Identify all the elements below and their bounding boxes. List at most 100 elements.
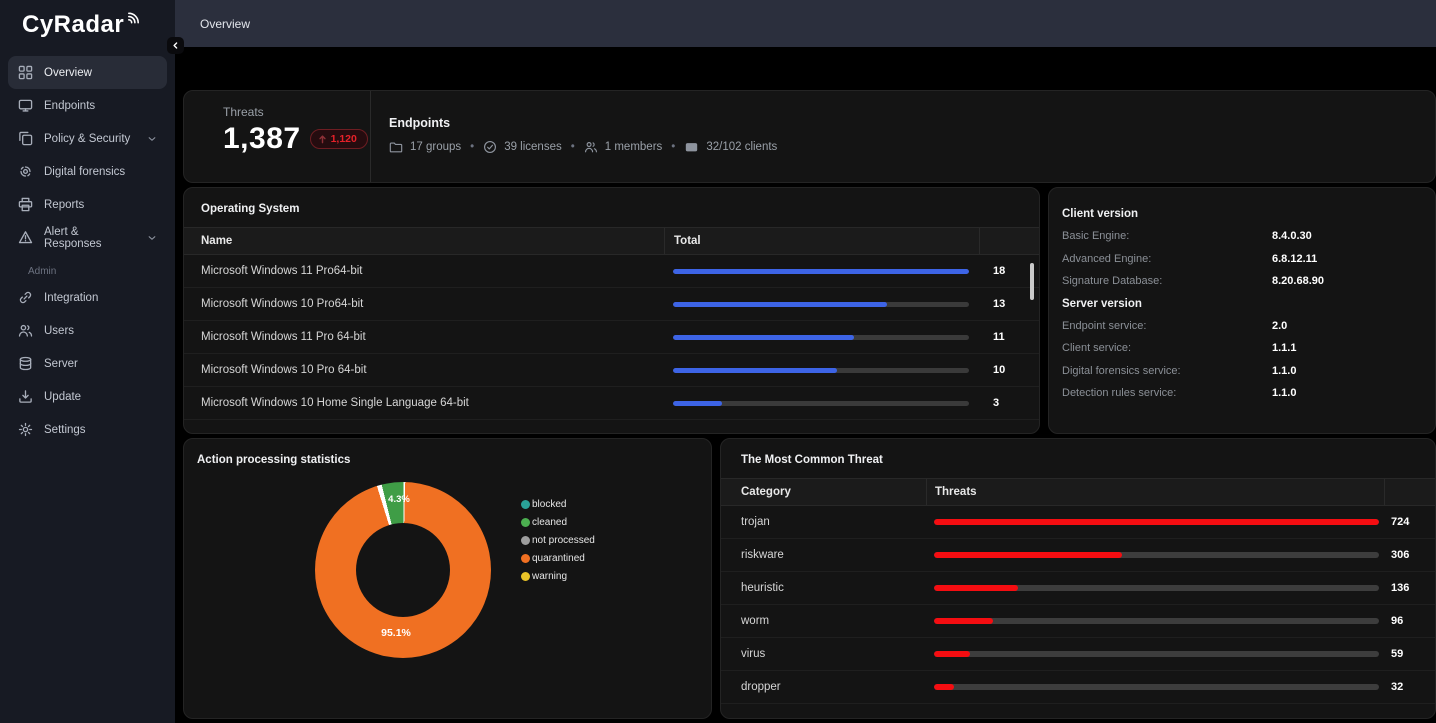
table-row: virus 59 — [721, 638, 1435, 671]
os-bar-fill — [673, 302, 887, 307]
legend-label: quarantined — [532, 553, 585, 564]
groups-text: 17 groups — [410, 141, 461, 153]
threats-summary: Threats 1,387 1,120 — [184, 91, 371, 182]
version-row: Signature Database: 8.20.68.90 — [1062, 270, 1419, 293]
clients-stat: 32/102 clients — [684, 140, 777, 154]
download-icon — [18, 389, 33, 404]
threat-bar-fill — [934, 585, 1018, 591]
legend-dot — [521, 500, 530, 509]
grid-icon — [18, 65, 33, 80]
legend-dot — [521, 572, 530, 581]
threat-bar-track — [934, 684, 1379, 690]
os-col-blank — [979, 228, 1039, 254]
sidebar-item-reports[interactable]: Reports — [8, 188, 167, 221]
threat-value: 306 — [1391, 549, 1409, 561]
endpoints-title: Endpoints — [389, 116, 1435, 130]
version-value: 8.4.0.30 — [1272, 230, 1312, 242]
action-processing-panel: Action processing statistics 4.3% 95.1% … — [183, 438, 712, 719]
version-value: 8.20.68.90 — [1272, 275, 1324, 287]
sidebar-collapse-button[interactable] — [167, 37, 184, 54]
dot-separator: • — [571, 141, 575, 153]
arrow-up-icon — [318, 135, 327, 144]
endpoints-summary: Endpoints 17 groups • 39 licenses • — [371, 91, 1435, 182]
server-icon — [18, 356, 33, 371]
version-label: Digital forensics service: — [1062, 365, 1272, 377]
alert-triangle-icon — [18, 230, 33, 245]
donut-hole — [356, 523, 450, 617]
os-bar-track — [673, 335, 969, 340]
sidebar-item-settings[interactable]: Settings — [8, 413, 167, 446]
threat-bar-track — [934, 585, 1379, 591]
version-label: Endpoint service: — [1062, 320, 1272, 332]
chevron-down-icon — [147, 134, 157, 144]
table-row: Microsoft Windows 10 Pro 64-bit 10 — [184, 354, 1039, 387]
users-icon — [18, 323, 33, 338]
os-bar-fill — [673, 335, 854, 340]
sidebar-item-users[interactable]: Users — [8, 314, 167, 347]
sidebar-item-server[interactable]: Server — [8, 347, 167, 380]
threat-col-threats: Threats — [926, 479, 1384, 505]
threat-value: 59 — [1391, 648, 1403, 660]
sidebar-item-label: Update — [44, 391, 81, 403]
main-content: Threats 1,387 1,120 Endpoints 17 group — [183, 90, 1436, 719]
table-row: dropper 32 — [721, 671, 1435, 704]
threat-bar-fill — [934, 519, 1379, 525]
threat-category: virus — [721, 648, 926, 660]
os-col-name: Name — [184, 235, 664, 247]
fingerprint-icon — [18, 164, 33, 179]
brand-name: CyRadar — [22, 11, 124, 39]
sidebar-item-update[interactable]: Update — [8, 380, 167, 413]
topbar: Overview — [175, 0, 1436, 47]
table-row: heuristic 136 — [721, 572, 1435, 605]
version-label: Detection rules service: — [1062, 387, 1272, 399]
sidebar-item-alert-responses[interactable]: Alert & Responses — [8, 221, 167, 254]
os-name: Microsoft Windows 10 Pro64-bit — [184, 298, 664, 310]
threats-label: Threats — [223, 105, 370, 119]
version-value: 2.0 — [1272, 320, 1287, 332]
threat-value: 32 — [1391, 681, 1403, 693]
sidebar-item-digital-forensics[interactable]: Digital forensics — [8, 155, 167, 188]
threat-value: 96 — [1391, 615, 1403, 627]
folder-icon — [389, 140, 403, 154]
os-total-value: 10 — [993, 364, 1005, 376]
table-scrollbar[interactable] — [1030, 263, 1034, 300]
legend-item-warning: warning — [521, 567, 595, 585]
os-bar-track — [673, 368, 969, 373]
threat-bar-track — [934, 519, 1379, 525]
sidebar-item-policy-security[interactable]: Policy & Security — [8, 122, 167, 155]
table-row: riskware 306 — [721, 539, 1435, 572]
server-version-title: Server version — [1062, 293, 1419, 315]
legend-item-quarantined: quarantined — [521, 549, 595, 567]
sidebar-item-label: Endpoints — [44, 100, 95, 112]
sidebar-item-label: Policy & Security — [44, 133, 130, 145]
threat-col-category: Category — [721, 486, 926, 498]
version-label: Advanced Engine: — [1062, 253, 1272, 265]
chevron-down-icon — [147, 233, 157, 243]
chevron-left-icon — [171, 41, 180, 50]
sidebar-item-label: Overview — [44, 67, 92, 79]
os-name: Microsoft Windows 10 Home Single Languag… — [184, 397, 664, 409]
threats-value: 1,387 — [223, 122, 301, 156]
legend-label: warning — [532, 571, 567, 582]
printer-icon — [18, 197, 33, 212]
brand-logo[interactable]: CyRadar — [0, 0, 175, 50]
legend-label: blocked — [532, 499, 566, 510]
members-stat: 1 members — [584, 140, 663, 154]
gear-icon — [18, 422, 33, 437]
sidebar-item-overview[interactable]: Overview — [8, 56, 167, 89]
threat-bar-fill — [934, 651, 970, 657]
monitor-icon — [18, 98, 33, 113]
os-total-value: 3 — [993, 397, 999, 409]
threat-bar-fill — [934, 618, 993, 624]
sidebar-item-integration[interactable]: Integration — [8, 281, 167, 314]
version-value: 6.8.12.11 — [1272, 253, 1317, 265]
members-text: 1 members — [605, 141, 663, 153]
legend-item-cleaned: cleaned — [521, 513, 595, 531]
threat-panel-title: The Most Common Threat — [721, 439, 1435, 478]
version-label: Client service: — [1062, 342, 1272, 354]
os-name: Microsoft Windows 11 Pro64-bit — [184, 265, 664, 277]
sidebar-item-endpoints[interactable]: Endpoints — [8, 89, 167, 122]
threat-value: 724 — [1391, 516, 1409, 528]
version-value: 1.1.0 — [1272, 365, 1296, 377]
page-title: Overview — [200, 17, 250, 31]
